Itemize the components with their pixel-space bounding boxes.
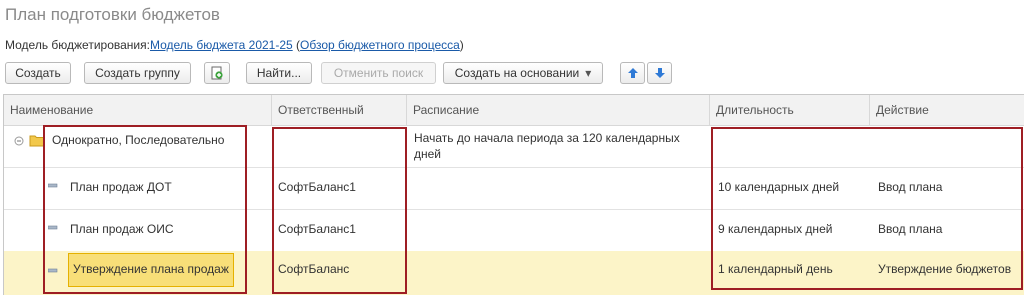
model-link[interactable]: Модель бюджета 2021-25 <box>150 38 293 52</box>
move-up-button[interactable] <box>620 62 645 84</box>
row-responsible: СофтБаланс <box>278 262 350 276</box>
cancel-search-button[interactable]: Отменить поиск <box>321 62 436 84</box>
table-row[interactable]: План продаж ОИС СофтБаланс1 9 календарны… <box>4 209 1024 252</box>
row-responsible: СофтБаланс1 <box>278 180 356 194</box>
model-line: Модель бюджетирования:Модель бюджета 202… <box>5 38 464 52</box>
header-responsible[interactable]: Ответственный <box>272 95 407 125</box>
item-dash-icon <box>48 268 58 273</box>
create-based-on-label: Создать на основании <box>454 66 580 80</box>
item-dash-icon <box>48 225 58 230</box>
create-group-button[interactable]: Создать группу <box>84 62 191 84</box>
model-label: Модель бюджетирования: <box>5 38 150 52</box>
table-row[interactable]: План продаж ДОТ СофтБаланс1 10 календарн… <box>4 167 1024 210</box>
item-dash-icon <box>48 183 58 188</box>
row-schedule: Начать до начала периода за 120 календар… <box>414 131 680 161</box>
collapse-icon[interactable] <box>14 136 24 146</box>
move-down-button[interactable] <box>647 62 672 84</box>
find-button[interactable]: Найти... <box>246 62 312 84</box>
row-duration: 10 календарных дней <box>718 180 840 194</box>
move-down-icon <box>654 68 665 78</box>
row-name: Однократно, Последовательно <box>52 133 225 147</box>
add-from-template-icon <box>211 66 223 80</box>
row-action: Ввод плана <box>878 222 943 236</box>
row-name: План продаж ОИС <box>70 222 174 236</box>
header-schedule[interactable]: Расписание <box>407 95 710 125</box>
row-action: Ввод плана <box>878 180 943 194</box>
header-action[interactable]: Действие <box>870 95 1024 125</box>
row-name-active-cell[interactable]: Утверждение плана продаж <box>68 253 234 287</box>
row-action: Утверждение бюджетов <box>878 262 1012 276</box>
create-based-on-button[interactable]: Создать на основании ▾ <box>443 62 603 84</box>
create-button[interactable]: Создать <box>5 62 71 84</box>
review-link[interactable]: Обзор бюджетного процесса <box>300 38 460 52</box>
page-title: План подготовки бюджетов <box>5 5 220 24</box>
row-responsible: СофтБаланс1 <box>278 222 356 236</box>
folder-icon <box>29 135 45 147</box>
move-up-icon <box>627 68 638 78</box>
review-close-paren: ) <box>459 38 464 52</box>
add-from-template-button[interactable] <box>204 62 230 84</box>
table-row-selected[interactable]: Утверждение плана продаж СофтБаланс 1 ка… <box>4 251 1024 295</box>
table-row-group[interactable]: Однократно, Последовательно Начать до на… <box>4 126 1024 168</box>
row-duration: 1 календарный день <box>718 262 833 276</box>
header-name[interactable]: Наименование <box>4 95 272 125</box>
chevron-down-icon: ▾ <box>585 66 592 80</box>
process-table: Наименование Ответственный Расписание Дл… <box>3 94 1024 295</box>
table-header: Наименование Ответственный Расписание Дл… <box>4 95 1024 126</box>
row-duration: 9 календарных дней <box>718 222 833 236</box>
row-name: План продаж ДОТ <box>70 180 172 194</box>
header-duration[interactable]: Длительность <box>710 95 870 125</box>
